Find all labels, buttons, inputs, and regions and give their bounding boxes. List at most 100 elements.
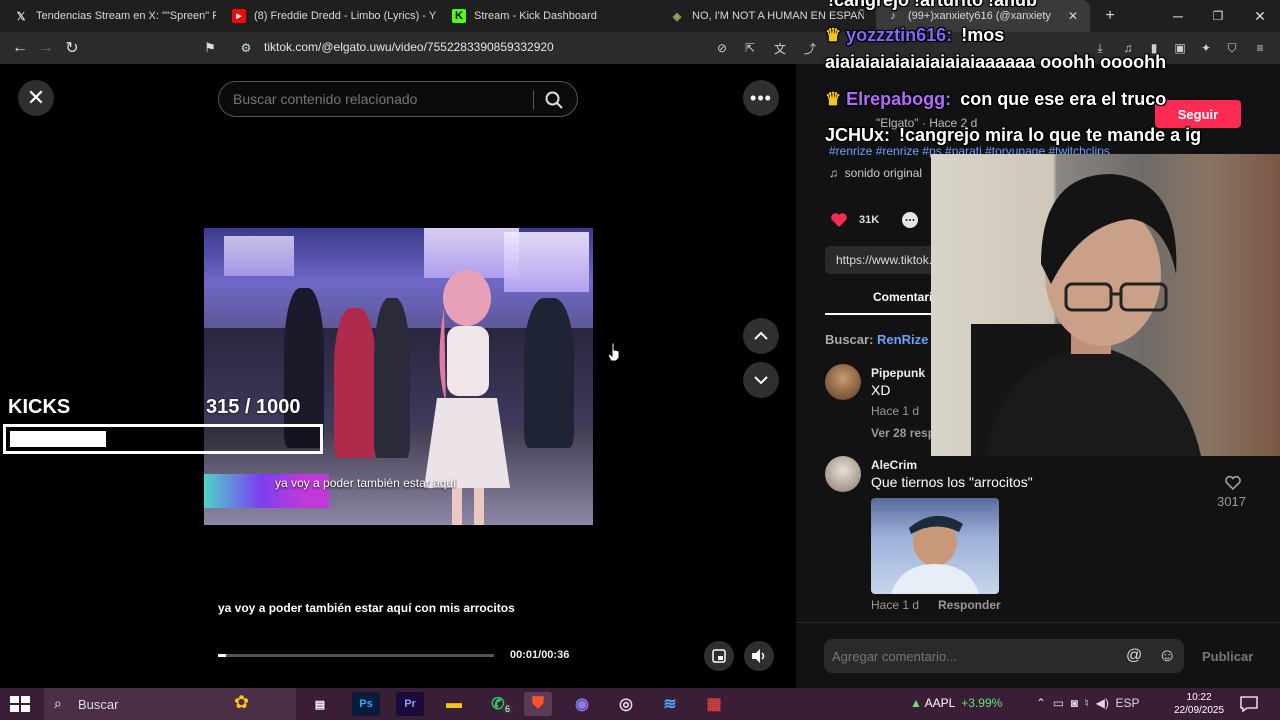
comment-icon[interactable] [900, 210, 920, 230]
file-explorer-icon[interactable]: ▬ [440, 692, 468, 716]
chat-text: !cangrejo !arturito !ahub [828, 0, 1038, 10]
next-video-button[interactable] [743, 362, 779, 398]
site-settings-icon[interactable]: ⚙ [234, 36, 258, 60]
volume-button[interactable] [744, 641, 774, 671]
follow-button[interactable]: Seguir [1155, 100, 1241, 128]
kicks-goal-label: KICKS [8, 396, 71, 418]
new-tab-button[interactable]: + [1090, 0, 1130, 32]
browser-tab[interactable]: ▶ (8) Freddie Dredd - Limbo (Lyrics) - Y [226, 0, 436, 32]
publish-button[interactable]: Publicar [1202, 649, 1253, 664]
streamer-figure [971, 174, 1201, 456]
task-view-icon[interactable]: ▤ [306, 692, 334, 716]
winrar-icon[interactable]: ▦ [700, 692, 728, 716]
notifications-icon[interactable] [1240, 696, 1258, 712]
video-progress-fill [218, 654, 227, 657]
avatar[interactable] [825, 456, 861, 492]
obs-icon[interactable]: ◎ [612, 692, 640, 716]
minimize-button[interactable]: ─ [1158, 0, 1198, 32]
stock-symbol: AAPL [924, 696, 956, 710]
system-clock[interactable]: 10:22 22/09/2025 [1174, 691, 1224, 717]
discord-icon[interactable]: ◉ [568, 692, 596, 716]
comment-username[interactable]: Pipepunk [871, 366, 925, 380]
search-icon[interactable] [543, 89, 565, 111]
ai-icon[interactable]: ✦ [1198, 40, 1214, 56]
forward-button[interactable]: → [34, 36, 58, 60]
restore-button[interactable]: ❐ [1198, 0, 1238, 32]
photoshop-icon[interactable]: Ps [352, 692, 380, 716]
reload-button[interactable]: ↻ [60, 36, 84, 60]
more-options-button[interactable]: ••• [743, 80, 779, 116]
browser-tab[interactable]: 𝕏 Tendencias Stream en X: ""Spreen" P [8, 0, 216, 32]
comment-username[interactable]: AleCrim [871, 458, 917, 472]
pip-button[interactable] [704, 641, 734, 671]
shield-icon[interactable]: ⛉ [1224, 40, 1240, 56]
crown-icon: ♛ [825, 25, 842, 45]
translate-icon[interactable]: 文 [772, 40, 788, 56]
camera-icon[interactable]: ◙ [1071, 696, 1078, 710]
close-window-button[interactable]: ✕ [1240, 0, 1280, 32]
microphone-icon[interactable]: ♮ [1085, 696, 1089, 710]
windows-start-icon[interactable] [8, 694, 32, 714]
open-external-icon[interactable]: ⇱ [742, 40, 758, 56]
chat-username: JCHUx: [825, 125, 891, 145]
sound-row[interactable]: ♫ sonido original [829, 166, 922, 180]
stock-change: +3.99% [961, 696, 1003, 710]
video-progress-bar[interactable] [218, 654, 494, 657]
volume-icon [752, 649, 765, 663]
copy-link-field[interactable]: https://www.tiktok.com [825, 246, 945, 274]
heart-icon[interactable] [829, 210, 849, 230]
share-icon[interactable]: ⤴ [802, 40, 818, 56]
avatar[interactable] [825, 364, 861, 400]
messenger-icon[interactable]: ≋ [656, 692, 684, 716]
bookmark-icon[interactable]: ⚑ [198, 36, 222, 60]
chat-message: ♛ yozzztin616: !mos [825, 25, 1004, 46]
person-figure [334, 308, 376, 458]
chat-text: !mos [961, 25, 1005, 45]
like-count: 31K [859, 214, 880, 226]
youtube-icon: ▶ [232, 9, 246, 23]
menu-icon[interactable]: ≡ [1252, 40, 1268, 56]
video-caption: ya voy a poder también estar aquí [275, 476, 457, 490]
close-video-button[interactable]: ✕ [18, 80, 54, 116]
browser-tab[interactable]: K Stream - Kick Dashboard [446, 0, 654, 32]
reply-button[interactable]: Responder [938, 598, 1001, 612]
highlights-icon: ✿ [234, 692, 250, 712]
emoji-icon[interactable]: ☺ [1158, 645, 1176, 666]
comment-like-count: 3017 [1217, 494, 1246, 509]
comment-time: Hace 1 d [871, 404, 920, 418]
taskbar-search[interactable]: ⌕ Buscar ✿ [44, 688, 296, 720]
previous-video-button[interactable] [743, 318, 779, 354]
music-note-icon: ♫ [829, 166, 838, 180]
chevron-up-icon[interactable]: ⌃ [1036, 696, 1046, 710]
video-description: ya voy a poder también estar aquí con mi… [218, 601, 515, 615]
comment-image[interactable] [871, 498, 999, 594]
mention-icon[interactable]: @ [1126, 647, 1142, 665]
back-button[interactable]: ← [8, 36, 32, 60]
person-figure [524, 298, 574, 448]
close-tab-icon[interactable]: ✕ [1068, 9, 1078, 23]
speaker-icon[interactable]: ◀) [1096, 696, 1109, 710]
chat-text: aiaiaiaiaiaiaiaiaiaiaaaaaa ooohh oooohh [825, 52, 1167, 72]
person-figure [374, 298, 410, 458]
heart-outline-icon[interactable] [1224, 475, 1242, 491]
windows-taskbar: ⌕ Buscar ✿ ▤ Ps Pr ▬ ✆ 6 ⛊ ◉ ◎ ≋ ▦ ▲ AAP… [0, 688, 1280, 720]
wallet-icon[interactable]: ▣ [1172, 40, 1188, 56]
tab-title: Stream - Kick Dashboard [474, 10, 597, 22]
language-indicator[interactable]: ESP [1116, 696, 1140, 710]
chat-text: !cangrejo mira lo que te mande a ig [899, 125, 1202, 145]
url-field[interactable]: tiktok.com/@elgato.uwu/video/75522833908… [264, 40, 554, 54]
comment-text: XD [871, 382, 891, 398]
crown-icon: ♛ [825, 89, 842, 109]
stock-widget[interactable]: ▲ AAPL +3.99% [910, 696, 1002, 710]
chat-username: Elrepabogg: [846, 89, 952, 109]
hide-icon[interactable]: ⊘ [714, 40, 730, 56]
search-divider [533, 90, 534, 110]
related-search-input[interactable] [233, 91, 523, 107]
network-icon[interactable]: ▭ [1053, 696, 1064, 710]
search-suggestion[interactable]: Buscar: RenRize [825, 332, 928, 347]
premiere-icon[interactable]: Pr [396, 692, 424, 716]
chat-message: ♛ Elrepabogg: con que ese era el truco [825, 89, 1166, 110]
brave-browser-icon[interactable]: ⛊ [524, 692, 552, 716]
tab-title: NO, I'M NOT A HUMAN EN ESPAÑOL [692, 10, 864, 22]
kicks-goal-bar [3, 424, 323, 454]
